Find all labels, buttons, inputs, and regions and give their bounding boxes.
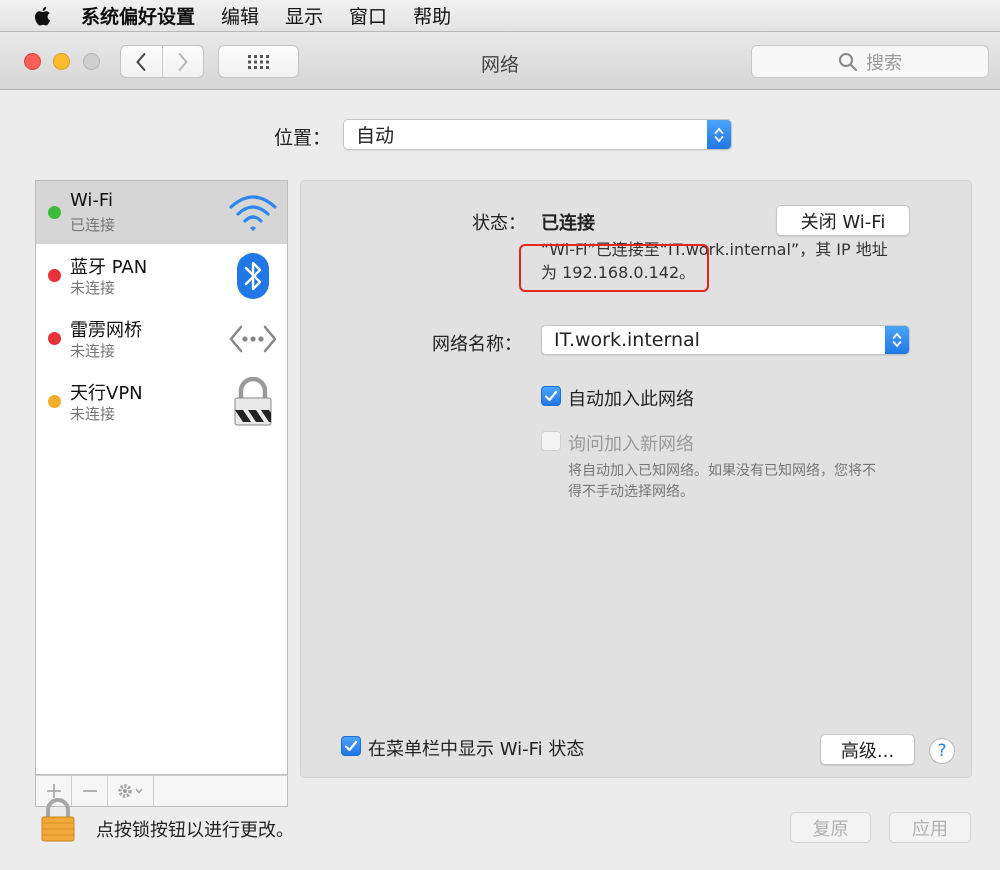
network-name-value: IT.work.internal — [554, 329, 700, 351]
network-detail-panel: 状态： 已连接 关闭 Wi-Fi “Wi-Fi”已连接至“IT.work.int… — [300, 180, 972, 778]
menu-view[interactable]: 显示 — [285, 2, 323, 29]
ask-join-checkbox[interactable] — [541, 431, 561, 451]
status-dot — [48, 269, 61, 282]
service-item-bluetooth-pan[interactable]: 蓝牙 PAN 未连接 — [36, 244, 287, 307]
window-titlebar: 网络 搜索 — [0, 32, 1000, 90]
service-item-wifi[interactable]: Wi-Fi 已连接 — [36, 181, 287, 244]
apple-logo-icon[interactable] — [27, 5, 57, 27]
menu-edit[interactable]: 编辑 — [221, 2, 259, 29]
wifi-icon — [228, 188, 278, 238]
network-name-label: 网络名称： — [432, 334, 522, 355]
status-dot — [48, 332, 61, 345]
service-status: 未连接 — [70, 279, 116, 297]
service-actions-menu[interactable] — [108, 776, 154, 806]
revert-button[interactable]: 复原 — [790, 812, 871, 843]
help-button[interactable]: ? — [929, 738, 955, 764]
network-preferences-window: 网络 搜索 位置： 自动 Wi-Fi 已连接 蓝牙 PAN 未连接 雷雳网桥 未… — [0, 32, 1000, 870]
menu-system-preferences[interactable]: 系统偏好设置 — [81, 2, 195, 29]
status-value: 已连接 — [541, 213, 595, 234]
status-dot — [48, 206, 61, 219]
service-list: Wi-Fi 已连接 蓝牙 PAN 未连接 雷雳网桥 未连接 天行VPN 未连接 — [35, 180, 288, 775]
turn-off-wifi-button[interactable]: 关闭 Wi-Fi — [776, 205, 910, 236]
location-popup[interactable]: 自动 — [343, 119, 732, 150]
thunderbolt-bridge-icon — [228, 314, 278, 364]
location-label: 位置： — [274, 127, 332, 149]
apply-button[interactable]: 应用 — [889, 812, 971, 843]
service-status: 已连接 — [70, 216, 116, 234]
system-menubar: 系统偏好设置 编辑 显示 窗口 帮助 — [0, 0, 1000, 32]
service-item-thunderbolt-bridge[interactable]: 雷雳网桥 未连接 — [36, 307, 287, 370]
network-name-popup[interactable]: IT.work.internal — [541, 325, 910, 355]
ip-address-highlight — [519, 244, 709, 292]
bluetooth-icon — [228, 251, 278, 301]
auto-join-checkbox[interactable] — [541, 386, 561, 406]
ask-join-description-line2: 得不手动选择网络。 — [568, 484, 694, 500]
menu-help[interactable]: 帮助 — [413, 2, 451, 29]
plus-icon — [46, 784, 61, 798]
popup-arrows-icon — [885, 326, 909, 354]
show-wifi-in-menubar-checkbox[interactable] — [341, 736, 361, 756]
popup-arrows-icon — [707, 120, 731, 149]
lock-hint-text: 点按锁按钮以进行更改。 — [96, 820, 294, 841]
advanced-button[interactable]: 高级... — [820, 734, 915, 765]
service-name: 天行VPN — [70, 383, 143, 404]
show-wifi-in-menubar-label: 在菜单栏中显示 Wi-Fi 状态 — [368, 739, 585, 760]
service-item-vpn[interactable]: 天行VPN 未连接 — [36, 370, 287, 433]
ask-join-description-line1: 将自动加入已知网络。如果没有已知网络，您将不 — [568, 463, 876, 479]
remove-service-button[interactable] — [72, 776, 108, 806]
service-status: 未连接 — [70, 405, 116, 423]
vpn-lock-icon — [228, 377, 278, 427]
ask-join-label: 询问加入新网络 — [568, 434, 694, 455]
service-name: 雷雳网桥 — [70, 320, 142, 341]
service-status: 未连接 — [70, 342, 116, 360]
gear-icon — [117, 784, 143, 798]
checkmark-icon — [344, 740, 358, 752]
search-icon — [839, 52, 857, 71]
status-label: 状态： — [472, 213, 526, 234]
lock-icon[interactable] — [40, 798, 76, 846]
service-name: Wi-Fi — [70, 190, 113, 211]
auto-join-label: 自动加入此网络 — [568, 389, 694, 410]
menu-window[interactable]: 窗口 — [349, 2, 387, 29]
search-placeholder: 搜索 — [866, 52, 902, 74]
location-value: 自动 — [356, 125, 395, 147]
search-field[interactable]: 搜索 — [751, 45, 989, 78]
minus-icon — [82, 790, 97, 792]
checkmark-icon — [544, 390, 558, 402]
service-name: 蓝牙 PAN — [70, 257, 148, 278]
status-dot — [48, 395, 61, 408]
